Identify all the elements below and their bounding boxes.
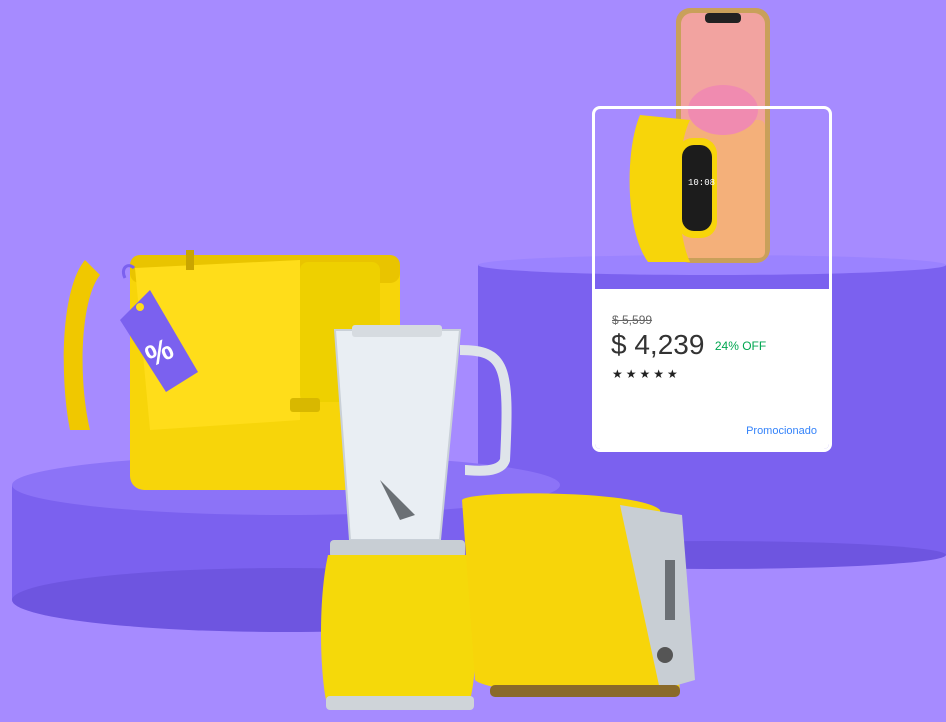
current-price: $ 4,239	[611, 329, 705, 360]
original-price: $ 5,599	[612, 313, 653, 327]
discount-badge: 24% OFF	[714, 339, 767, 353]
promo-scene: % 10:08 $ 5,599 $ 4,239 24% OFF ★★★★★ Pr…	[0, 0, 946, 722]
toaster-image	[462, 493, 695, 697]
price-row: $ 4,239 24% OFF	[611, 329, 766, 361]
product-card[interactable]: $ 5,599 $ 4,239 24% OFF ★★★★★ Promociona…	[592, 106, 832, 452]
product-info-panel[interactable]: $ 5,599 $ 4,239 24% OFF ★★★★★ Promociona…	[595, 289, 829, 449]
promoted-label[interactable]: Promocionado	[746, 425, 817, 437]
rating-stars: ★★★★★	[612, 367, 681, 381]
